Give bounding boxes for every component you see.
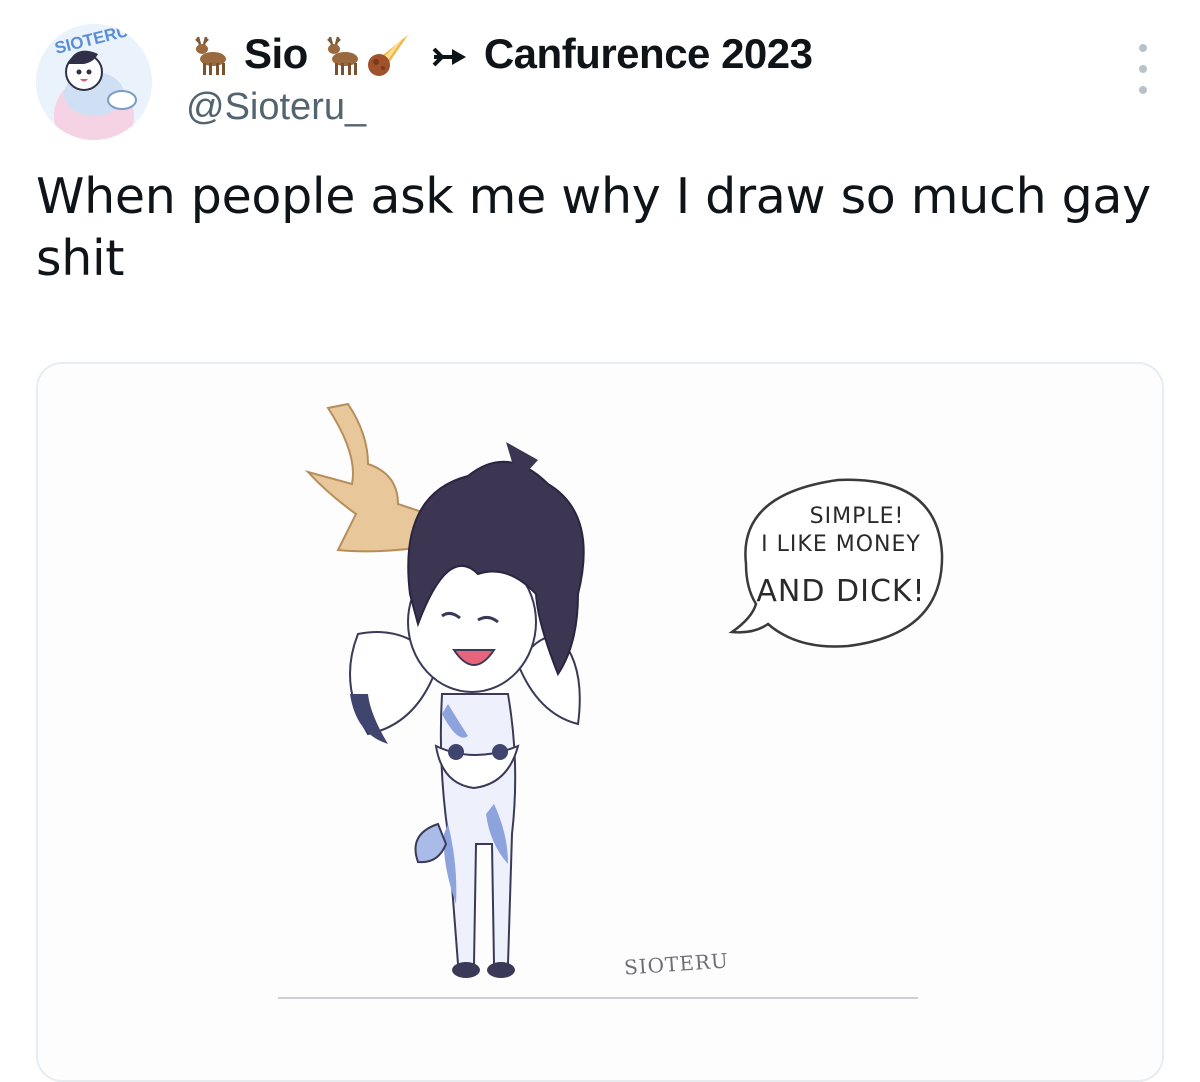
avatar[interactable]: SIOTERU	[36, 24, 152, 140]
display-name-row[interactable]: Sio Canfurence 2023	[186, 26, 813, 82]
deer-emoji-icon	[318, 29, 364, 79]
tweet-text: When people ask me why I draw so much ga…	[36, 168, 1151, 287]
tweet-media[interactable]: SIMPLE! I LIKE MONEY AND DICK! SIOTERU	[36, 362, 1164, 1082]
user-handle[interactable]: @Sioteru_	[186, 86, 366, 129]
event-name: Canfurence 2023	[483, 30, 813, 77]
character-illustration	[278, 402, 944, 999]
deer-emoji-icon	[186, 29, 232, 79]
comet-emoji-icon	[364, 29, 410, 79]
speech-bubble-line-3: AND DICK!	[756, 574, 926, 609]
speech-bubble-line-2: I LIKE MONEY	[761, 532, 921, 557]
arrow-icon	[432, 30, 470, 78]
more-options-icon[interactable]	[1128, 44, 1158, 94]
speech-bubble-line-1: SIMPLE!	[809, 504, 905, 529]
display-name[interactable]: Sio	[244, 30, 308, 78]
